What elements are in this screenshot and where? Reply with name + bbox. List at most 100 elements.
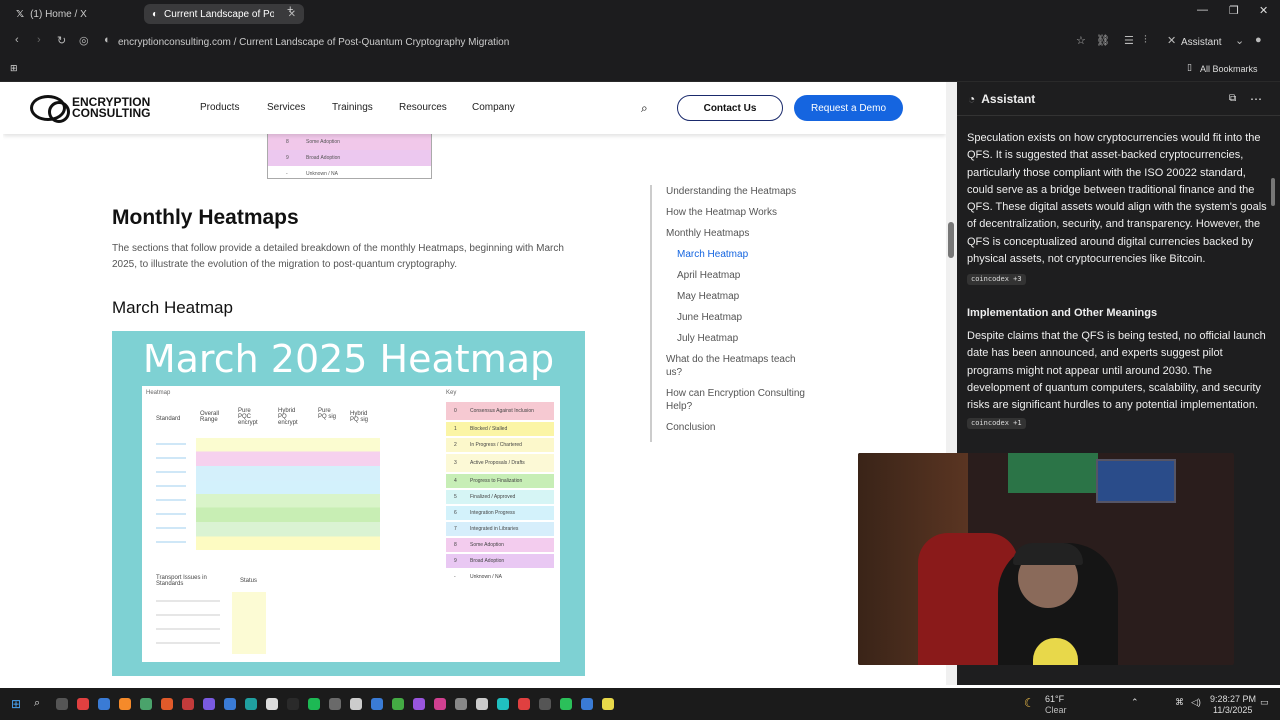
taskbar-app-icon[interactable] [413,698,425,710]
assistant-para-implementation: Despite claims that the QFS is being tes… [967,329,1266,412]
windows-start-icon[interactable]: ⊞ [11,697,21,711]
source-chip[interactable]: coincodex +1 [967,418,1026,430]
toc-march-heatmap[interactable]: March Heatmap [666,248,826,261]
taskbar-app-icon[interactable] [119,698,131,710]
chevron-down-icon[interactable]: ⌄ [1235,34,1244,47]
toc-june-heatmap[interactable]: June Heatmap [666,311,826,324]
nav-company[interactable]: Company [472,102,515,113]
march-heatmap-heading: March Heatmap [112,298,233,317]
taskbar-app-icon[interactable] [350,698,362,710]
source-chip[interactable]: coincodex +3 [967,274,1026,286]
close-assistant-icon[interactable]: ✕ [1167,34,1176,47]
site-logo[interactable]: ENCRYPTION CONSULTING [30,95,150,123]
key-item: 8 Some Adoption [446,538,554,552]
search-taskbar-icon[interactable]: ⌕ [34,697,40,710]
assistant-scrollbar[interactable] [1271,178,1275,206]
toc-what-heatmaps-teach[interactable]: What do the Heatmaps teach us? [666,353,814,379]
link-icon[interactable]: ⛓ [1096,34,1110,47]
toc-conclusion[interactable]: Conclusion [666,421,826,434]
network-icon[interactable]: ⌘ [1175,697,1184,708]
taskbar-app-icon[interactable] [392,698,404,710]
taskbar-app-icon[interactable] [224,698,236,710]
notifications-icon[interactable]: ▭ [1260,697,1269,708]
chevron-up-icon[interactable]: ⌃ [1131,697,1139,708]
site-header: ENCRYPTION CONSULTING Products Services … [3,82,946,134]
back-icon[interactable]: ‹ [15,34,19,46]
taskbar-app-icon[interactable] [308,698,320,710]
taskbar-app-icon[interactable] [98,698,110,710]
key-item: - Unknown / NA [446,570,554,584]
tab-current-landscape[interactable]: ◐ Current Landscape of Post-Q ✕ [144,4,304,24]
contact-us-button[interactable]: Contact Us [677,95,783,121]
taskbar-app-icon[interactable] [56,698,68,710]
forward-icon[interactable]: › [37,34,41,46]
taskbar-app-icon[interactable] [518,698,530,710]
toc-may-heatmap[interactable]: May Heatmap [666,290,826,303]
nav-trainings[interactable]: Trainings [332,102,373,113]
all-bookmarks-link[interactable]: All Bookmarks [1200,64,1258,74]
nav-resources[interactable]: Resources [399,102,447,113]
taskbar-app-icon[interactable] [476,698,488,710]
microphone-icon[interactable]: ◎ [79,34,89,47]
taskbar-app-icon[interactable] [560,698,572,710]
new-tab-icon[interactable]: + [287,4,293,16]
open-external-icon[interactable]: ⧉ [1229,93,1236,104]
taskbar-app-icon[interactable] [455,698,467,710]
taskbar-app-icon[interactable] [245,698,257,710]
taskbar-app-icon[interactable] [539,698,551,710]
heatmap-image-body: Heatmap Standard Overall Range Pure PQC … [142,386,560,662]
apps-grid-icon[interactable]: ⊞ [10,63,18,74]
assistant-button[interactable]: Assistant [1181,37,1222,48]
status-label: Status [240,578,258,584]
site-info-icon[interactable]: ◐ [104,34,111,46]
toc-monthly-heatmaps[interactable]: Monthly Heatmaps [666,227,826,240]
taskbar-app-icon[interactable] [602,698,614,710]
heatmap-grid [196,438,380,550]
taskbar-app-icon[interactable] [434,698,446,710]
key-item: 6 Integration Progress [446,506,554,520]
nav-products[interactable]: Products [200,102,239,113]
clock-date[interactable]: 11/3/2025 [1213,705,1252,715]
taskbar-app-icon[interactable] [203,698,215,710]
more-options-icon[interactable]: ⋯ [1250,92,1262,106]
profile-icon[interactable]: ● [1255,34,1262,46]
toc-understanding-heatmaps[interactable]: Understanding the Heatmaps [666,185,826,198]
webcam-overlay [858,453,1234,665]
bookmark-star-icon[interactable]: ☆ [1076,34,1086,47]
nav-services[interactable]: Services [267,102,305,113]
key-item: 7 Integrated in Libraries [446,522,554,536]
search-icon[interactable]: ⌕ [641,101,648,116]
close-window-icon[interactable]: ✕ [1259,4,1268,17]
taskbar-app-icon[interactable] [77,698,89,710]
taskbar-app-icon[interactable] [182,698,194,710]
heatmap-image-title: March 2025 Heatmap [142,337,555,381]
toc-april-heatmap[interactable]: April Heatmap [666,269,826,282]
toc-july-heatmap[interactable]: July Heatmap [666,332,826,345]
clock-time[interactable]: 9:28:27 PM [1210,694,1256,704]
key-item: 4 Progress to Finalization [446,474,554,488]
weather-temp[interactable]: 61°F [1045,694,1064,704]
reload-icon[interactable]: ↻ [57,34,66,47]
maximize-icon[interactable]: ❐ [1229,4,1239,17]
taskbar-app-icon[interactable] [140,698,152,710]
reading-list-icon[interactable]: ☰ [1124,34,1134,47]
col-pure-pq-sig: Pure PQ sig [318,408,337,420]
taskbar-app-icon[interactable] [371,698,383,710]
taskbar-app-icon[interactable] [329,698,341,710]
audio-icon[interactable]: ⫶ [1144,34,1147,47]
toc-how-ec-help[interactable]: How can Encryption Consulting Help? [666,387,826,413]
taskbar-app-icon[interactable] [497,698,509,710]
key-item: 2 In Progress / Chartered [446,438,554,452]
tab-x-home[interactable]: 𝕏 (1) Home / X [8,4,138,24]
url-text[interactable]: encryptionconsulting.com / Current Lands… [118,37,509,48]
taskbar-app-icon[interactable] [266,698,278,710]
assistant-header: ◔ Assistant ⧉ ⋯ [957,82,1280,116]
taskbar-app-icon[interactable] [161,698,173,710]
minimize-icon[interactable]: — [1197,4,1208,16]
taskbar-app-icon[interactable] [287,698,299,710]
taskbar-app-icon[interactable] [581,698,593,710]
scrollbar-thumb[interactable] [948,222,954,258]
request-demo-button[interactable]: Request a Demo [794,95,903,121]
toc-how-heatmap-works[interactable]: How the Heatmap Works [666,206,826,219]
volume-icon[interactable]: ◁) [1191,697,1201,708]
